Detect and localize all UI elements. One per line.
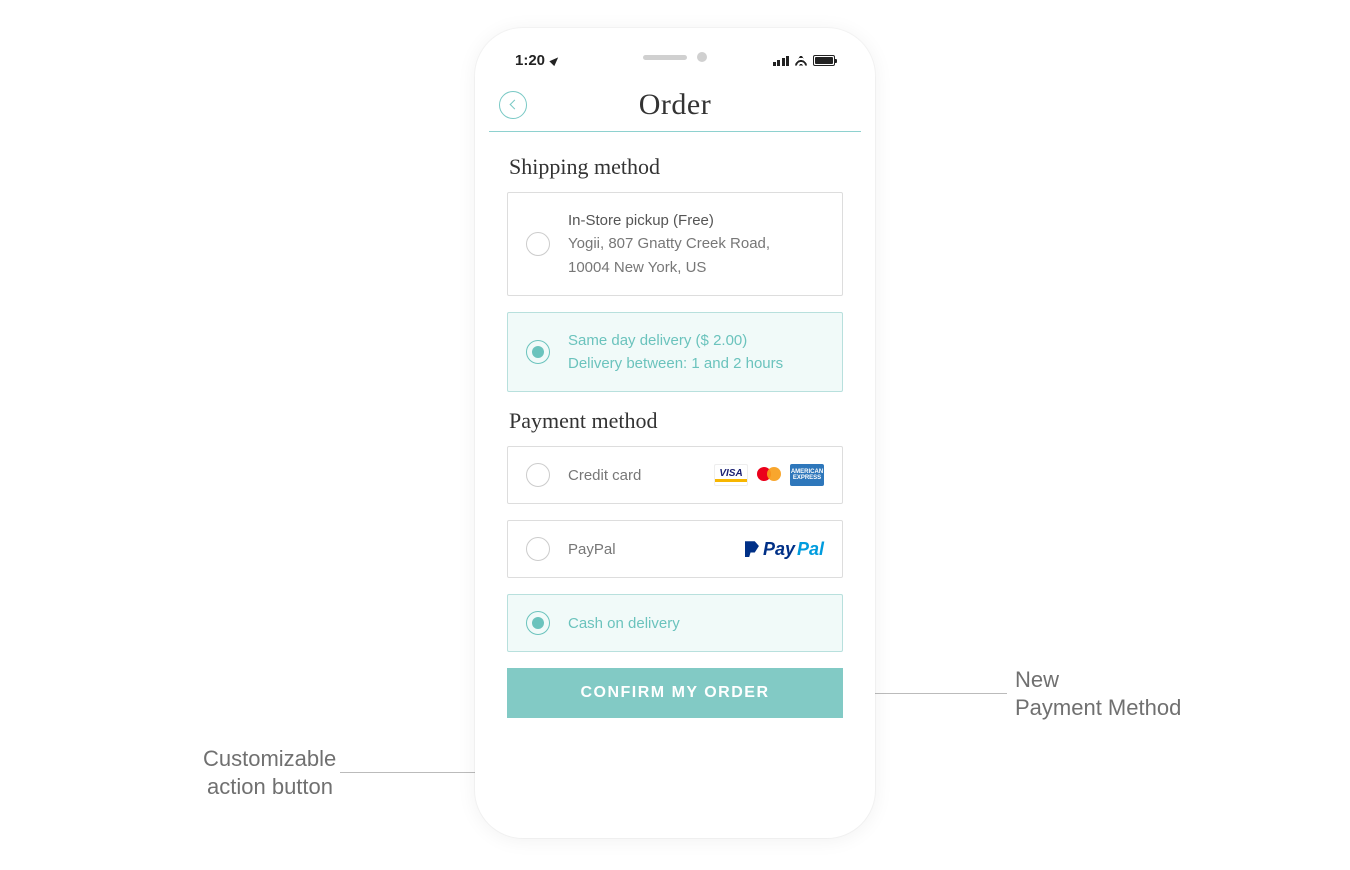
status-time: 1:20 — [515, 52, 560, 69]
visa-icon: VISA — [714, 464, 748, 486]
order-content: Shipping method In-Store pickup (Free) Y… — [489, 132, 861, 718]
annotation-customizable-button: Customizable action button — [203, 745, 333, 800]
signal-icon — [773, 55, 790, 66]
annotation-new-payment-method: New Payment Method — [1015, 666, 1215, 721]
shipping-option-title: In-Store pickup (Free) — [568, 209, 824, 232]
radio-icon — [526, 340, 550, 364]
status-time-text: 1:20 — [515, 52, 545, 69]
payment-option-paypal[interactable]: PayPal PayPal — [507, 520, 843, 578]
payment-option-creditcard[interactable]: Credit card VISA AMERICAN EXPRESS — [507, 446, 843, 504]
payment-option-cash[interactable]: Cash on delivery — [507, 594, 843, 652]
shipping-option-text: In-Store pickup (Free) Yogii, 807 Gnatty… — [568, 209, 824, 279]
phone-camera — [697, 52, 707, 62]
phone-frame: 1:20 Order — [475, 28, 875, 838]
battery-icon — [813, 55, 835, 66]
radio-icon — [526, 537, 550, 561]
shipping-option-title: Same day delivery ($ 2.00) — [568, 329, 824, 352]
location-icon — [549, 54, 560, 65]
confirm-order-button[interactable]: CONFIRM MY ORDER — [507, 668, 843, 718]
annotation-text: Customizable — [203, 746, 336, 771]
payment-option-label: Credit card — [568, 464, 696, 487]
payment-option-label: Cash on delivery — [568, 612, 824, 635]
radio-icon — [526, 232, 550, 256]
wifi-icon — [794, 55, 808, 66]
shipping-option-line: Yogii, 807 Gnatty Creek Road, — [568, 232, 824, 255]
phone-screen: 1:20 Order — [489, 42, 861, 824]
shipping-option-instore[interactable]: In-Store pickup (Free) Yogii, 807 Gnatty… — [507, 192, 843, 296]
mastercard-icon — [752, 464, 786, 486]
annotation-text: New — [1015, 667, 1059, 692]
shipping-option-text: Same day delivery ($ 2.00) Delivery betw… — [568, 329, 824, 376]
back-button[interactable] — [499, 91, 527, 119]
status-bar: 1:20 — [489, 42, 861, 78]
paypal-icon: PayPal — [745, 539, 824, 560]
page-title: Order — [639, 88, 711, 122]
card-logos: VISA AMERICAN EXPRESS — [714, 464, 824, 486]
annotation-text: Payment Method — [1015, 695, 1181, 720]
nav-header: Order — [489, 78, 861, 132]
radio-icon — [526, 463, 550, 487]
shipping-option-line: 10004 New York, US — [568, 256, 824, 279]
shipping-option-sameday[interactable]: Same day delivery ($ 2.00) Delivery betw… — [507, 312, 843, 393]
shipping-option-line: Delivery between: 1 and 2 hours — [568, 352, 824, 375]
phone-notch — [643, 52, 707, 62]
payment-section-title: Payment method — [509, 408, 843, 434]
phone-speaker — [643, 55, 687, 60]
shipping-section-title: Shipping method — [509, 154, 843, 180]
radio-icon — [526, 611, 550, 635]
chevron-left-icon — [509, 100, 519, 110]
annotation-text: action button — [207, 774, 333, 799]
payment-option-label: PayPal — [568, 538, 727, 561]
amex-icon: AMERICAN EXPRESS — [790, 464, 824, 486]
